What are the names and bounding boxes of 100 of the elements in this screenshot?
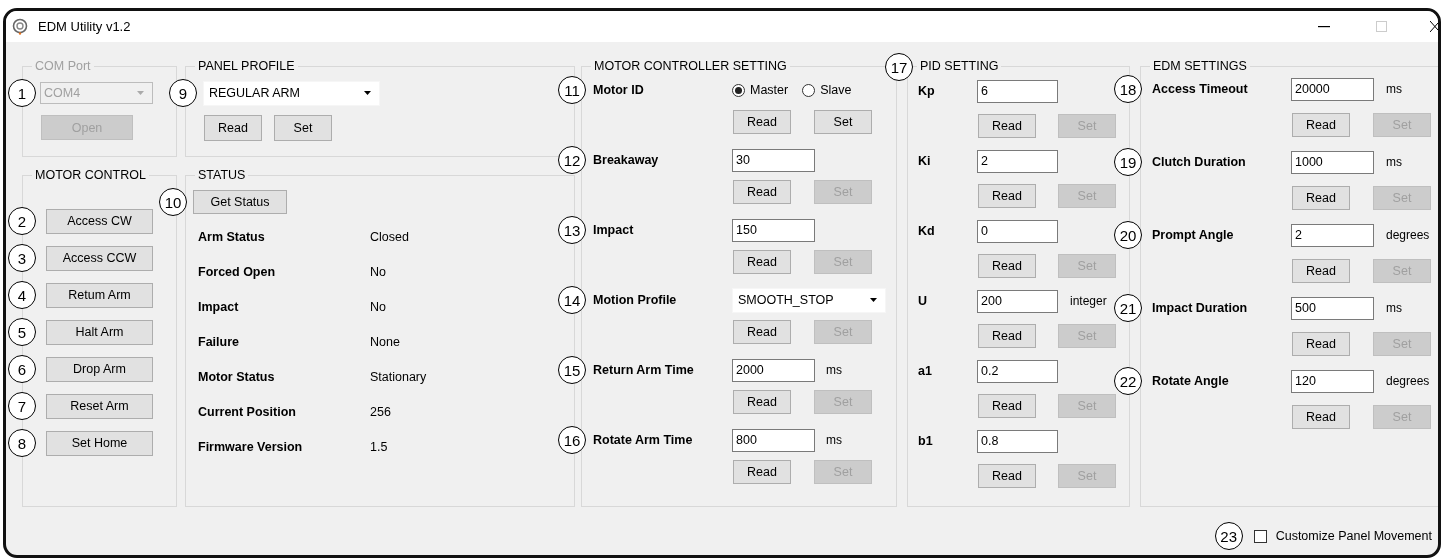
setting-label: Motion Profile <box>593 293 678 307</box>
number-badge: 14 <box>558 286 586 314</box>
text-field[interactable]: 200 <box>977 289 1058 313</box>
command-button[interactable]: Access CW <box>46 208 153 234</box>
unit-label: degrees <box>1386 228 1430 242</box>
command-button[interactable]: Drop Arm <box>46 356 153 382</box>
status-value: No <box>370 264 386 279</box>
read-button[interactable]: Read <box>733 320 791 344</box>
number-badge: 16 <box>558 426 586 454</box>
number-badge: 3 <box>8 244 36 272</box>
read-button[interactable]: Read <box>978 324 1036 348</box>
caret-icon <box>137 91 144 95</box>
read-button[interactable]: Read <box>1292 186 1350 210</box>
read-button[interactable]: Read <box>733 250 791 274</box>
setting-label: U <box>918 294 929 308</box>
command-button[interactable]: Halt Arm <box>46 319 153 345</box>
text-field[interactable]: 800 <box>732 428 815 452</box>
text-field[interactable]: 150 <box>732 218 815 242</box>
text-field[interactable]: 0 <box>977 219 1058 243</box>
text-field[interactable]: 0.2 <box>977 359 1058 383</box>
read-button[interactable]: Read <box>733 180 791 204</box>
number-badge: 13 <box>558 216 586 244</box>
setting-label: Kp <box>918 84 936 98</box>
setting-label: b1 <box>918 434 934 448</box>
setting-label: Clutch Duration <box>1152 155 1247 169</box>
dropdown[interactable]: SMOOTH_STOP <box>732 287 886 313</box>
unit-label: ms <box>826 363 842 377</box>
text-field[interactable]: 1000 <box>1291 150 1374 174</box>
setting-label: Kd <box>918 224 936 238</box>
status-value: None <box>370 334 400 349</box>
setting-label: Access Timeout <box>1152 82 1249 96</box>
minimize-icon[interactable] <box>1318 25 1330 28</box>
unit-label: integer <box>1070 294 1107 308</box>
caret-icon <box>364 91 371 95</box>
command-button[interactable]: Reset Arm <box>46 393 153 419</box>
status-label: Motor Status <box>198 369 276 384</box>
read-button[interactable]: Read <box>1292 259 1350 283</box>
read-button[interactable]: Read <box>204 115 262 141</box>
text-field[interactable]: 120 <box>1291 369 1374 393</box>
set-button[interactable]: Set <box>274 115 332 141</box>
text-field[interactable]: 6 <box>977 79 1058 103</box>
read-button[interactable]: Read <box>1292 113 1350 137</box>
number-badge: 6 <box>8 355 36 383</box>
status-label: Impact <box>198 299 240 314</box>
text-field[interactable]: 20000 <box>1291 77 1374 101</box>
number-badge: 1 <box>8 79 36 107</box>
status-label: Current Position <box>198 404 297 419</box>
number-badge: 23 <box>1214 522 1243 550</box>
command-button[interactable]: Access CCW <box>46 245 153 271</box>
text-field[interactable]: 2 <box>977 149 1058 173</box>
number-badge: 15 <box>558 356 586 384</box>
number-badge: 11 <box>558 76 586 104</box>
profile-dropdown[interactable]: REGULAR ARM <box>203 80 380 106</box>
text-field[interactable]: 2000 <box>732 358 815 382</box>
radio-option[interactable]: Slave <box>802 83 852 97</box>
read-button[interactable]: Read <box>978 114 1036 138</box>
read-button[interactable]: Read <box>978 184 1036 208</box>
read-button[interactable]: Read <box>733 110 791 134</box>
status-label: Arm Status <box>198 229 266 244</box>
setting-label: Rotate Arm Time <box>593 433 694 447</box>
number-badge: 18 <box>1114 75 1142 103</box>
window-title: EDM Utility v1.2 <box>38 19 131 34</box>
number-badge: 2 <box>8 207 36 235</box>
radio-option[interactable]: Master <box>732 83 789 97</box>
read-button[interactable]: Read <box>1292 332 1350 356</box>
command-button[interactable]: Retum Arm <box>46 282 153 308</box>
setting-label: Motor ID <box>593 83 645 97</box>
read-button[interactable]: Read <box>1292 405 1350 429</box>
setting-label: Impact <box>593 223 635 237</box>
unit-label: ms <box>1386 155 1402 169</box>
text-field[interactable]: 0.8 <box>977 429 1058 453</box>
read-button[interactable]: Read <box>733 390 791 414</box>
command-button[interactable]: Set Home <box>46 430 153 456</box>
text-field[interactable]: 2 <box>1291 223 1374 247</box>
status-label: Forced Open <box>198 264 277 279</box>
set-button[interactable]: Set <box>814 110 872 134</box>
number-badge: 7 <box>8 392 36 420</box>
status-label: Failure <box>198 334 240 349</box>
read-button[interactable]: Read <box>978 464 1036 488</box>
unit-label: ms <box>1386 301 1402 315</box>
text-field[interactable]: 500 <box>1291 296 1374 320</box>
number-badge: 8 <box>8 429 36 457</box>
setting-label: Breakaway <box>593 153 660 167</box>
unit-label: ms <box>1386 82 1402 96</box>
status-value: 1.5 <box>370 439 388 454</box>
get-status-button[interactable]: Get Status <box>193 190 287 214</box>
status-value: Closed <box>370 229 409 244</box>
number-badge: 12 <box>558 146 586 174</box>
read-button[interactable]: Read <box>978 254 1036 278</box>
status-label: Firmware Version <box>198 439 304 454</box>
setting-label: a1 <box>918 364 933 378</box>
customize-checkbox[interactable]: Customize Panel Movement <box>1253 529 1432 543</box>
number-badge: 19 <box>1114 148 1142 176</box>
status-value: 256 <box>370 404 391 419</box>
read-button[interactable]: Read <box>978 394 1036 418</box>
close-icon[interactable] <box>1430 21 1438 32</box>
text-field[interactable]: 30 <box>732 148 815 172</box>
caret-icon <box>870 298 877 302</box>
read-button[interactable]: Read <box>733 460 791 484</box>
number-badge: 4 <box>8 281 36 309</box>
